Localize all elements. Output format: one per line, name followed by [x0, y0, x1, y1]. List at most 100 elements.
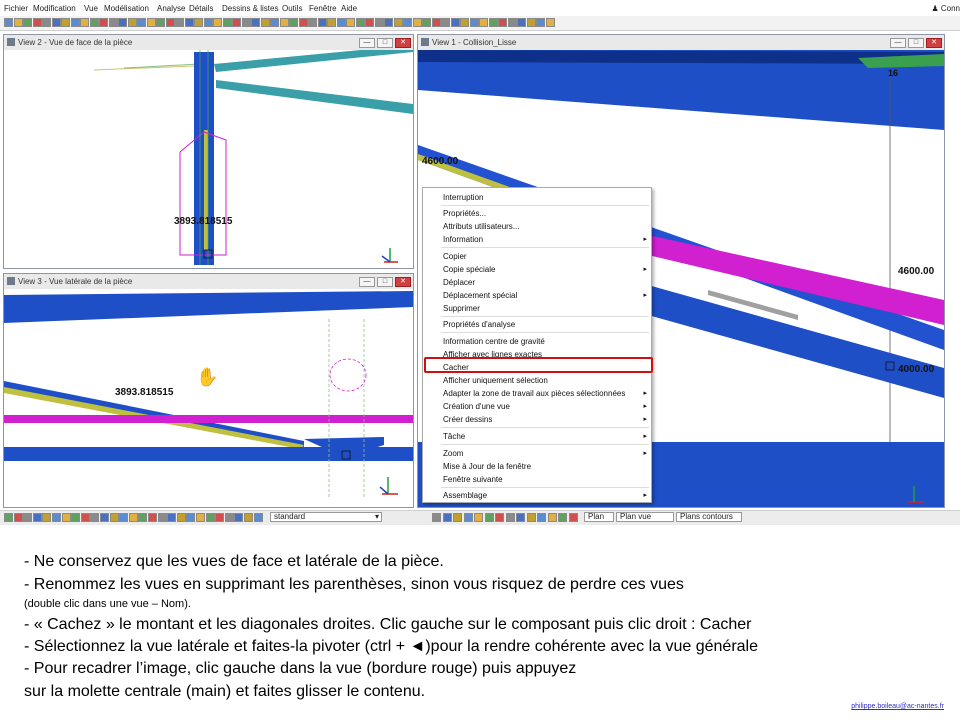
status-tool-icon[interactable] — [453, 513, 462, 522]
toolbar-button-icon[interactable] — [137, 18, 146, 27]
menu-item-creer-dessins[interactable]: Créer dessins — [443, 415, 492, 424]
author-email-link[interactable]: philippe.boileau@ac-nantes.fr — [851, 703, 944, 710]
status-tool-icon[interactable] — [526, 513, 536, 522]
toolbar-button-icon[interactable] — [517, 18, 526, 27]
toolbar-button-icon[interactable] — [70, 18, 80, 27]
close-button[interactable]: ✕ — [395, 38, 411, 48]
toolbar-button-icon[interactable] — [545, 18, 555, 27]
menu-item-interruption[interactable]: Interruption — [443, 193, 483, 202]
toolbar-button-icon[interactable] — [393, 18, 403, 27]
view2-viewport[interactable]: 3893.818515 — [4, 50, 413, 268]
toolbar-button-icon[interactable] — [336, 18, 346, 27]
status-tool-icon[interactable] — [463, 513, 473, 522]
maximize-button[interactable]: □ — [377, 38, 393, 48]
toolbar-button-icon[interactable] — [32, 18, 42, 27]
menu-item-info-centre-gravite[interactable]: Information centre de gravité — [443, 337, 545, 346]
status-tool-icon[interactable] — [32, 513, 42, 522]
status-tool-icon[interactable] — [224, 513, 234, 522]
toolbar-button-icon[interactable] — [251, 18, 260, 27]
menu-item-copie-speciale[interactable]: Copie spéciale — [443, 265, 495, 274]
menu-aide[interactable]: Aide — [341, 4, 357, 13]
toolbar-button-icon[interactable] — [146, 18, 156, 27]
menu-fichier[interactable]: Fichier — [4, 4, 28, 13]
toolbar-button-icon[interactable] — [118, 18, 127, 27]
toolbar-button-icon[interactable] — [374, 18, 384, 27]
menu-item-proprietes[interactable]: Propriétés... — [443, 209, 486, 218]
status-tool-icon[interactable] — [148, 513, 157, 522]
status-tool-icon[interactable] — [215, 513, 225, 522]
toolbar-button-icon[interactable] — [536, 18, 545, 27]
maximize-button[interactable]: □ — [908, 38, 924, 48]
status-tool-icon[interactable] — [505, 513, 515, 522]
status-tool-icon[interactable] — [176, 513, 186, 522]
status-tool-icon[interactable] — [196, 513, 205, 522]
toolbar-button-icon[interactable] — [127, 18, 137, 27]
maximize-button[interactable]: □ — [377, 277, 393, 287]
menu-fenetre[interactable]: Fenêtre — [309, 4, 337, 13]
toolbar-button-icon[interactable] — [441, 18, 450, 27]
toolbar-button-icon[interactable] — [108, 18, 118, 27]
minimize-button[interactable]: — — [890, 38, 906, 48]
status-tool-icon[interactable] — [234, 513, 244, 522]
status-tool-icon[interactable] — [244, 513, 253, 522]
toolbar-button-icon[interactable] — [507, 18, 517, 27]
menu-item-fenetre-suivante[interactable]: Fenêtre suivante — [443, 475, 503, 484]
toolbar-button-icon[interactable] — [80, 18, 89, 27]
status-tool-icon[interactable] — [547, 513, 557, 522]
menu-item-supprimer[interactable]: Supprimer — [443, 304, 480, 313]
toolbar-button-icon[interactable] — [422, 18, 431, 27]
toolbar-button-icon[interactable] — [469, 18, 479, 27]
menu-item-deplacement-special[interactable]: Déplacement spécial — [443, 291, 517, 300]
toolbar-button-icon[interactable] — [308, 18, 317, 27]
standard-select[interactable]: standard ▾ — [270, 512, 382, 522]
toolbar-button-icon[interactable] — [89, 18, 99, 27]
toolbar-button-icon[interactable] — [460, 18, 469, 27]
menu-item-creation-vue[interactable]: Création d'une vue — [443, 402, 510, 411]
status-tool-icon[interactable] — [90, 513, 100, 522]
status-tool-icon[interactable] — [42, 513, 52, 522]
status-tool-icon[interactable] — [484, 513, 494, 522]
toolbar-button-icon[interactable] — [270, 18, 279, 27]
toolbar-button-icon[interactable] — [213, 18, 222, 27]
status-tool-icon[interactable] — [432, 513, 441, 522]
status-tool-icon[interactable] — [537, 513, 546, 522]
toolbar-button-icon[interactable] — [317, 18, 327, 27]
toolbar-button-icon[interactable] — [327, 18, 336, 27]
status-tool-icon[interactable] — [167, 513, 177, 522]
status-tool-icon[interactable] — [474, 513, 483, 522]
status-tool-icon[interactable] — [568, 513, 578, 522]
menu-modification[interactable]: Modification — [33, 4, 76, 13]
status-tool-icon[interactable] — [128, 513, 138, 522]
view2-window[interactable]: View 2 - Vue de face de la pièce — □ ✕ 389… — [3, 34, 414, 269]
toolbar-button-icon[interactable] — [431, 18, 441, 27]
toolbar-button-icon[interactable] — [479, 18, 488, 27]
status-tool-icon[interactable] — [13, 513, 23, 522]
status-tool-icon[interactable] — [61, 513, 71, 522]
toolbar-button-icon[interactable] — [412, 18, 422, 27]
status-tool-icon[interactable] — [109, 513, 119, 522]
menu-item-afficher-selection[interactable]: Afficher uniquement sélection — [443, 376, 548, 385]
status-tool-icon[interactable] — [23, 513, 33, 522]
minimize-button[interactable]: — — [359, 277, 375, 287]
status-tool-icon[interactable] — [558, 513, 567, 522]
toolbar-button-icon[interactable] — [203, 18, 213, 27]
status-tool-icon[interactable] — [186, 513, 196, 522]
toolbar-button-icon[interactable] — [99, 18, 108, 27]
toolbar-button-icon[interactable] — [488, 18, 498, 27]
toolbar-button-icon[interactable] — [4, 18, 13, 27]
menu-vue[interactable]: Vue — [84, 4, 98, 13]
toolbar-button-icon[interactable] — [365, 18, 374, 27]
status-tool-icon[interactable] — [253, 513, 263, 522]
menu-dessins-listes[interactable]: Dessins & listes — [222, 4, 278, 13]
menu-item-adapter-zone[interactable]: Adapter la zone de travail aux pièces sé… — [443, 389, 625, 398]
view2-titlebar[interactable]: View 2 - Vue de face de la pièce — □ ✕ — [4, 35, 413, 51]
status-tool-icon[interactable] — [4, 513, 13, 522]
menu-item-proprietes-analyse[interactable]: Propriétés d'analyse — [443, 320, 515, 329]
toolbar-button-icon[interactable] — [232, 18, 241, 27]
toolbar-button-icon[interactable] — [23, 18, 32, 27]
status-tool-icon[interactable] — [80, 513, 90, 522]
close-button[interactable]: ✕ — [395, 277, 411, 287]
toolbar-button-icon[interactable] — [403, 18, 412, 27]
toolbar-button-icon[interactable] — [526, 18, 536, 27]
menu-item-tache[interactable]: Tâche — [443, 432, 465, 441]
